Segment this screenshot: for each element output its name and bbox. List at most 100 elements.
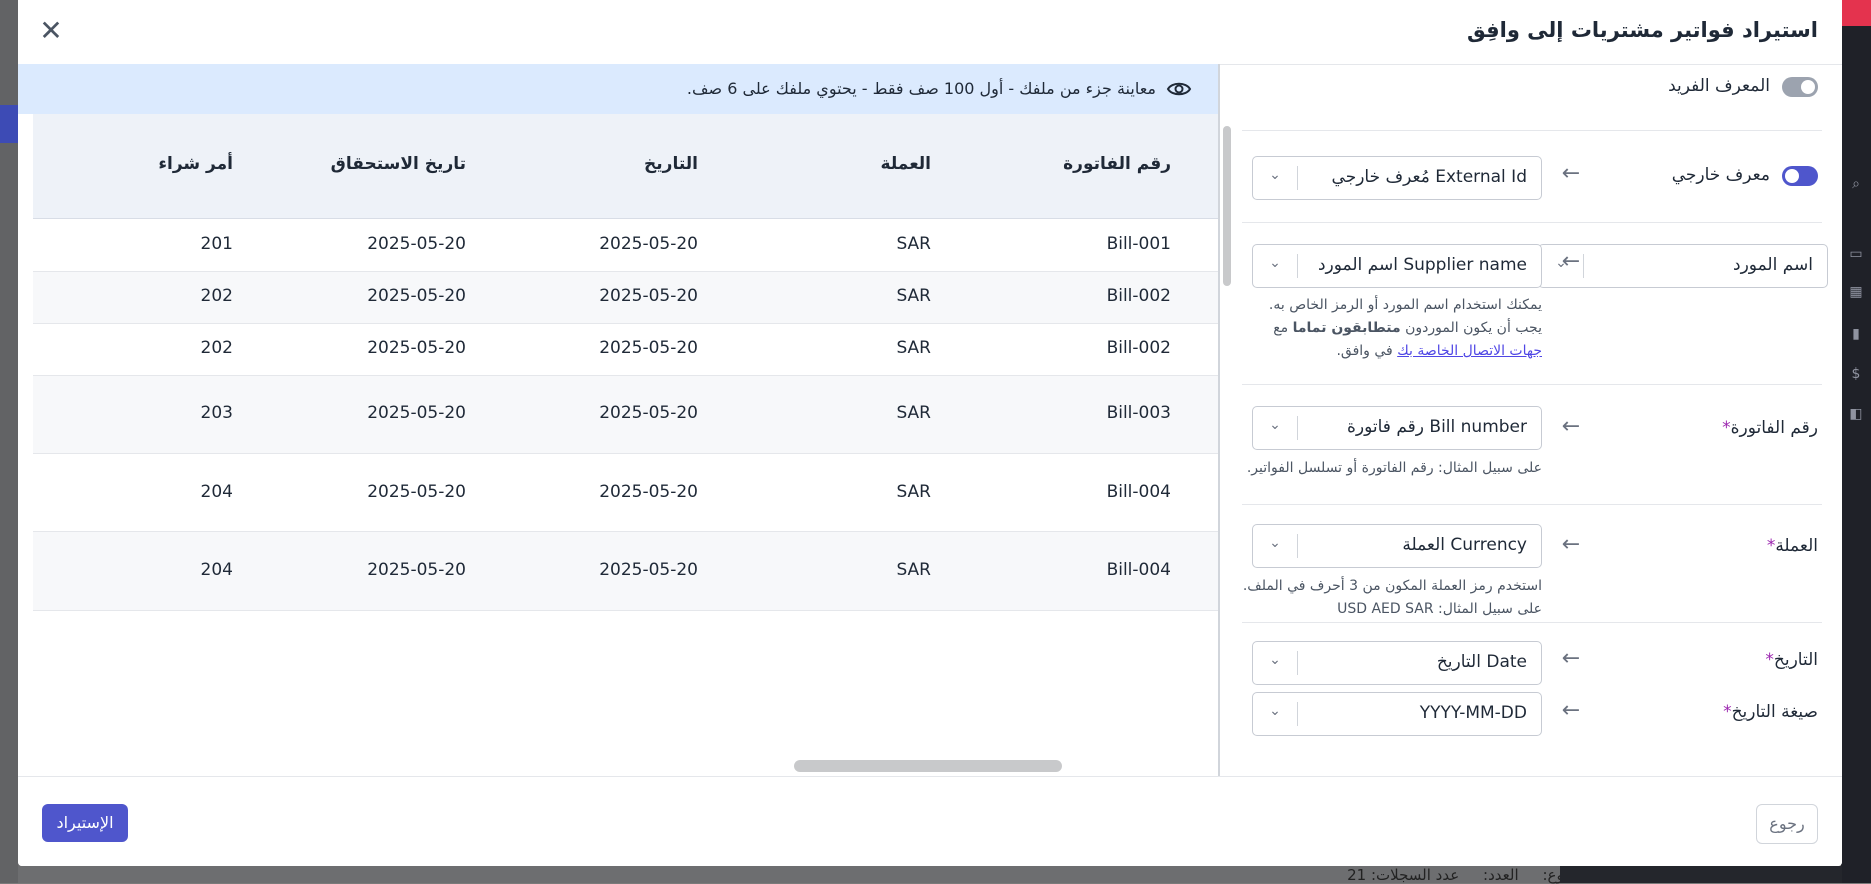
modal-title: استيراد فواتير مشتريات إلى وافِق (1466, 18, 1818, 42)
external-id-select[interactable]: External Id مُعرف خارجي ⌄ (1252, 156, 1542, 200)
cell-bill-number: Bill-004 (1106, 482, 1171, 502)
modal-footer: الإستيراد رجوع (18, 776, 1842, 866)
select-separator (1297, 651, 1298, 675)
cell-bill-number: Bill-004 (1106, 560, 1171, 580)
bag-icon: ◧ (1849, 406, 1863, 422)
mapping-panel: المعرف الفريد معرف خارجي ← External Id م… (1232, 64, 1842, 776)
arrow-left-icon: ← (1561, 698, 1581, 723)
dollar-icon: $ (1851, 366, 1861, 382)
currency-value: Currency العملة (1402, 535, 1527, 555)
chevron-down-icon: ⌄ (1269, 255, 1281, 271)
table-row: Bill-002 SAR 2025-05-20 2025-05-20 202 (33, 272, 1218, 324)
app-left-button (0, 105, 18, 143)
toggle-knob (1785, 169, 1799, 183)
external-id-toggle[interactable] (1782, 166, 1818, 186)
arrow-left-icon: ← (1561, 161, 1581, 186)
bill-number-value: Bill number رقم فاتورة (1347, 417, 1527, 437)
bill-number-select[interactable]: Bill number رقم فاتورة ⌄ (1252, 406, 1542, 450)
panel-divider (1218, 64, 1220, 776)
chevron-down-icon: ⌄ (1269, 652, 1281, 668)
chevron-down-icon: ⌄ (1269, 417, 1281, 433)
preview-notice-text: معاينة جزء من ملفك - أول 100 صف فقط - يح… (686, 79, 1156, 98)
cell-currency: SAR (896, 403, 931, 423)
vertical-scrollbar[interactable] (1223, 126, 1231, 286)
contacts-link[interactable]: جهات الاتصال الخاصة بك (1397, 343, 1542, 359)
app-bottom-dark (1560, 866, 1842, 883)
required-marker: * (1722, 418, 1731, 438)
preview-panel: معاينة جزء من ملفك - أول 100 صف فقط - يح… (18, 64, 1218, 776)
cell-due-date: 2025-05-20 (367, 482, 466, 502)
required-marker: * (1765, 650, 1774, 670)
count-label: العدد: (1483, 866, 1519, 884)
supplier-select[interactable]: Supplier name اسم المورد ⌄ (1252, 244, 1542, 288)
table-row: Bill-002 SAR 2025-05-20 2025-05-20 202 (33, 324, 1218, 376)
table-header: رقم الفاتورة العملة التاريخ تاريخ الاستح… (33, 114, 1218, 219)
table-row: Bill-004 SAR 2025-05-20 2025-05-20 204 (33, 454, 1218, 532)
currency-label: العملة* (1767, 536, 1818, 556)
unique-id-label: المعرف الفريد (1668, 76, 1770, 96)
bill-number-help: على سبيل المثال: رقم الفاتورة أو تسلسل ا… (1246, 460, 1542, 476)
preview-notice: معاينة جزء من ملفك - أول 100 صف فقط - يح… (18, 64, 1218, 114)
cell-bill-number: Bill-002 (1106, 338, 1171, 358)
cell-currency: SAR (896, 338, 931, 358)
close-icon[interactable]: ✕ (34, 14, 68, 48)
supplier-help-text-3: في وافق. (1336, 343, 1393, 359)
grid-icon: ▦ (1849, 284, 1863, 300)
date-format-label: صيغة التاريخ* (1723, 702, 1818, 722)
cell-date: 2025-05-20 (599, 403, 698, 423)
date-label-text: التاريخ (1773, 650, 1818, 670)
section-divider (1242, 130, 1822, 131)
bill-number-label: رقم الفاتورة* (1722, 418, 1818, 438)
unique-id-toggle[interactable] (1782, 77, 1818, 97)
required-marker: * (1723, 702, 1732, 722)
select-separator (1297, 254, 1298, 278)
col-purchase-order: أمر شراء (158, 154, 233, 174)
cell-date: 2025-05-20 (599, 286, 698, 306)
currency-label-text: العملة (1775, 536, 1818, 556)
date-select[interactable]: Date التاريخ ⌄ (1252, 641, 1542, 685)
cell-date: 2025-05-20 (599, 482, 698, 502)
section-divider (1242, 504, 1822, 505)
date-label: التاريخ* (1765, 650, 1818, 670)
cell-purchase-order: 202 (200, 338, 233, 358)
inbox-icon: ▭ (1849, 246, 1863, 262)
app-summary-text: المجموع: العدد: عدد السجلات: 21 (1100, 866, 1600, 884)
chart-icon: ▮ (1852, 326, 1860, 342)
currency-help: استخدم رمز العملة المكون من 3 أحرف في ال… (1242, 578, 1542, 617)
supplier-value: Supplier name اسم المورد (1317, 255, 1527, 275)
supplier-help-text-2: مع (1273, 320, 1289, 336)
cell-due-date: 2025-05-20 (367, 403, 466, 423)
date-format-select[interactable]: YYYY-MM-DD ⌄ (1252, 692, 1542, 736)
arrow-left-icon: ← (1561, 532, 1581, 557)
bill-number-label-text: رقم الفاتورة (1730, 418, 1818, 438)
search-icon: ⌕ (1852, 176, 1860, 192)
chevron-down-icon: ⌄ (1269, 535, 1281, 551)
cell-date: 2025-05-20 (599, 338, 698, 358)
back-button[interactable]: رجوع (1756, 804, 1818, 844)
import-button[interactable]: الإستيراد (42, 804, 128, 842)
arrow-left-icon: ← (1561, 249, 1581, 274)
cell-bill-number: Bill-001 (1106, 234, 1171, 254)
eye-icon (1166, 82, 1192, 96)
arrow-left-icon: ← (1561, 646, 1581, 671)
date-format-label-text: صيغة التاريخ (1731, 702, 1818, 722)
date-value: Date التاريخ (1436, 652, 1527, 672)
select-separator (1297, 416, 1298, 440)
currency-select[interactable]: Currency العملة ⌄ (1252, 524, 1542, 568)
arrow-left-icon: ← (1561, 414, 1581, 439)
app-right-sidebar: ⌕ ▭ ▦ ▮ $ ◧ (1841, 26, 1871, 883)
section-divider (1242, 622, 1822, 623)
select-separator (1297, 702, 1298, 726)
horizontal-scrollbar[interactable] (794, 760, 1062, 772)
select-separator (1297, 166, 1298, 190)
cell-currency: SAR (896, 234, 931, 254)
cell-bill-number: Bill-002 (1106, 286, 1171, 306)
records-label: عدد السجلات: 21 (1347, 866, 1460, 884)
cell-due-date: 2025-05-20 (367, 286, 466, 306)
cell-purchase-order: 203 (200, 403, 233, 423)
cell-currency: SAR (896, 560, 931, 580)
chevron-down-icon: ⌄ (1269, 167, 1281, 183)
cell-currency: SAR (896, 482, 931, 502)
cell-due-date: 2025-05-20 (367, 560, 466, 580)
import-modal: استيراد فواتير مشتريات إلى وافِق ✕ معاين… (18, 0, 1842, 866)
